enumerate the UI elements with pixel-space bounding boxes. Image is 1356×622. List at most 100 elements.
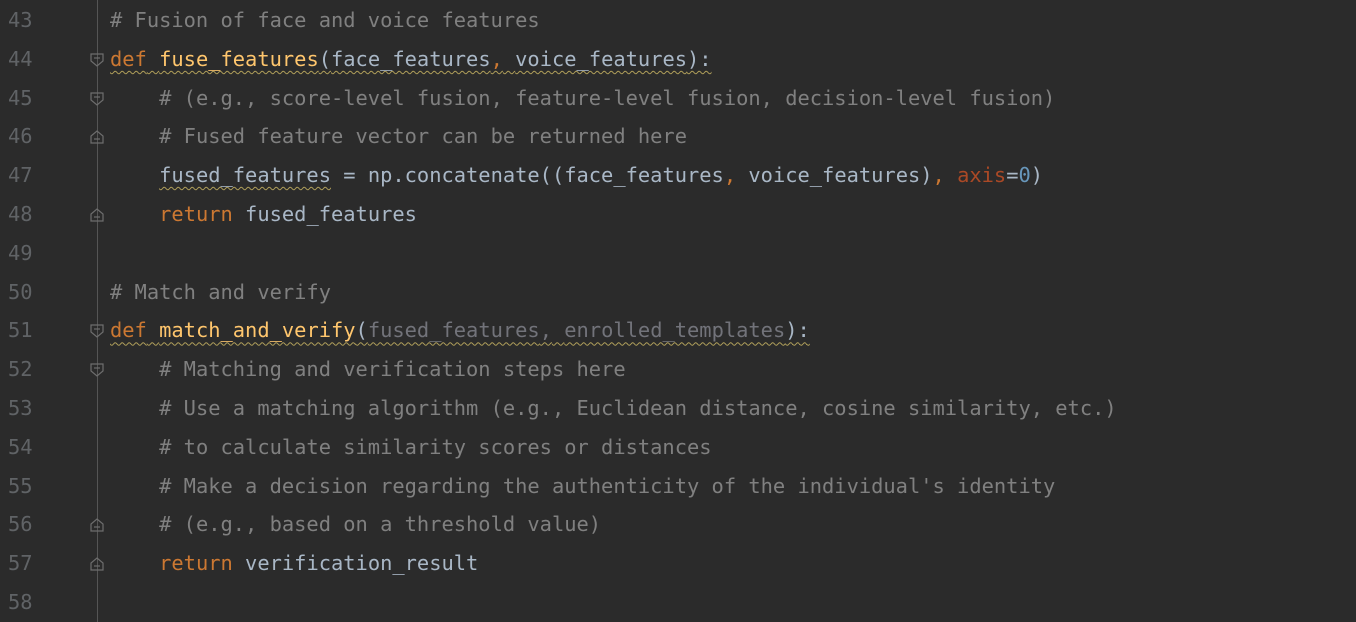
line-number[interactable]: 56 (8, 505, 48, 544)
line-number[interactable]: 58 (8, 583, 48, 622)
code-token: face_features (331, 46, 491, 71)
fold-close-icon[interactable] (89, 505, 105, 544)
code-token: # Use a matching algorithm (e.g., Euclid… (159, 396, 1117, 420)
code-line[interactable]: 53 # Use a matching algorithm (e.g., Euc… (0, 389, 1356, 428)
line-number[interactable]: 45 (8, 79, 48, 118)
code-text[interactable]: # Fusion of face and voice features (110, 1, 540, 40)
code-line[interactable]: 58 (0, 583, 1356, 622)
fold-open-icon[interactable] (89, 311, 105, 350)
code-line[interactable]: 43 # Fusion of face and voice features (0, 1, 1356, 40)
line-number[interactable]: 47 (8, 156, 48, 195)
code-line[interactable]: 45 # (e.g., score-level fusion, feature-… (0, 79, 1356, 118)
line-number[interactable]: 51 (8, 311, 48, 350)
code-text[interactable]: # Match and verify (110, 273, 331, 312)
fold-close-icon[interactable] (89, 544, 105, 583)
fold-close-icon[interactable] (89, 195, 105, 234)
code-line[interactable]: 57 return verification_result (0, 544, 1356, 583)
code-line[interactable]: 52 # Matching and verification steps her… (0, 350, 1356, 389)
code-text[interactable]: # to calculate similarity scores or dist… (110, 428, 712, 467)
code-text[interactable]: # (e.g., score-level fusion, feature-lev… (110, 79, 1055, 118)
code-text[interactable]: def fuse_features(face_features, voice_f… (110, 40, 712, 79)
code-token: # Make a decision regarding the authenti… (159, 473, 1056, 498)
code-token: ) (1030, 163, 1044, 188)
code-token: fused_features (159, 163, 331, 188)
code-token: = (1006, 163, 1019, 188)
fold-open-icon[interactable] (89, 350, 105, 389)
code-token: # Matching and verification steps here (159, 357, 626, 382)
code-text[interactable]: return verification_result (110, 544, 478, 583)
code-token: return (159, 551, 233, 576)
code-text[interactable]: # Make a decision regarding the authenti… (110, 467, 1055, 506)
code-text[interactable]: # (e.g., based on a threshold value) (110, 505, 601, 544)
code-token: match_and_verify (159, 318, 356, 343)
code-text[interactable]: # Matching and verification steps here (110, 350, 626, 389)
code-line[interactable]: 56 # (e.g., based on a threshold value) (0, 505, 1356, 544)
line-number[interactable]: 53 (8, 389, 48, 428)
line-number[interactable]: 57 (8, 544, 48, 583)
code-token: # Fusion of face and voice features (110, 8, 540, 32)
line-number[interactable]: 48 (8, 195, 48, 234)
code-token: , (723, 163, 737, 188)
fold-open-icon[interactable] (89, 40, 105, 79)
line-number[interactable]: 55 (8, 467, 48, 506)
line-number[interactable]: 50 (8, 273, 48, 312)
code-token: voice_features (515, 46, 688, 71)
line-number[interactable]: 44 (8, 40, 48, 79)
code-token: ( (318, 46, 331, 71)
code-token: # (e.g., based on a threshold value) (159, 512, 602, 537)
code-line[interactable]: 44 def fuse_features(face_features, voice… (0, 40, 1356, 79)
code-text[interactable]: return fused_features (110, 195, 417, 234)
fold-close-icon[interactable] (89, 117, 105, 156)
code-token: fused_features (232, 202, 417, 226)
code-line[interactable]: 48 return fused_features (0, 195, 1356, 234)
code-token: 0 (1018, 163, 1031, 188)
code-line[interactable]: 50 # Match and verify (0, 273, 1356, 312)
code-line[interactable]: 54 # to calculate similarity scores or d… (0, 428, 1356, 467)
fold-open-icon[interactable] (89, 79, 105, 118)
code-token: # to calculate similarity scores or dist… (159, 434, 712, 459)
code-line[interactable]: 51 def match_and_verify(fused_features, e… (0, 311, 1356, 350)
code-token: def (110, 46, 147, 71)
code-token: ): (687, 46, 712, 71)
code-text[interactable]: fused_features = np.concatenate((face_fe… (110, 156, 1043, 195)
code-token: , (932, 163, 945, 188)
code-line[interactable]: 46 # Fused feature vector can be returne… (0, 117, 1356, 156)
code-token: def (110, 318, 147, 343)
line-number[interactable]: 49 (8, 234, 48, 273)
code-line[interactable]: 49 (0, 234, 1356, 273)
code-token: return (159, 202, 233, 226)
code-token: ): (785, 318, 810, 343)
line-number[interactable]: 54 (8, 428, 48, 467)
code-line[interactable]: 47 fused_features = np.concatenate((face… (0, 156, 1356, 195)
line-number[interactable]: 52 (8, 350, 48, 389)
code-line[interactable]: 55 # Make a decision regarding the authe… (0, 467, 1356, 506)
code-token: # Fused feature vector can be returned h… (159, 124, 687, 149)
code-editor[interactable]: 43 # Fusion of face and voice features 44 d… (0, 0, 1356, 622)
code-text[interactable]: # Fused feature vector can be returned h… (110, 117, 687, 156)
code-text[interactable]: def match_and_verify(fused_features, enr… (110, 311, 810, 350)
code-token: axis (957, 163, 1007, 188)
line-number[interactable]: 46 (8, 117, 48, 156)
code-token: fused_features (367, 318, 540, 343)
code-token: # (e.g., score-level fusion, feature-lev… (159, 85, 1056, 110)
code-text[interactable]: # Use a matching algorithm (e.g., Euclid… (110, 389, 1117, 428)
code-token: , (490, 46, 503, 71)
code-token: voice_features) (736, 163, 933, 188)
line-number[interactable]: 43 (8, 1, 48, 40)
code-token: enrolled_templates (564, 318, 786, 343)
code-token: fuse_features (159, 46, 319, 71)
